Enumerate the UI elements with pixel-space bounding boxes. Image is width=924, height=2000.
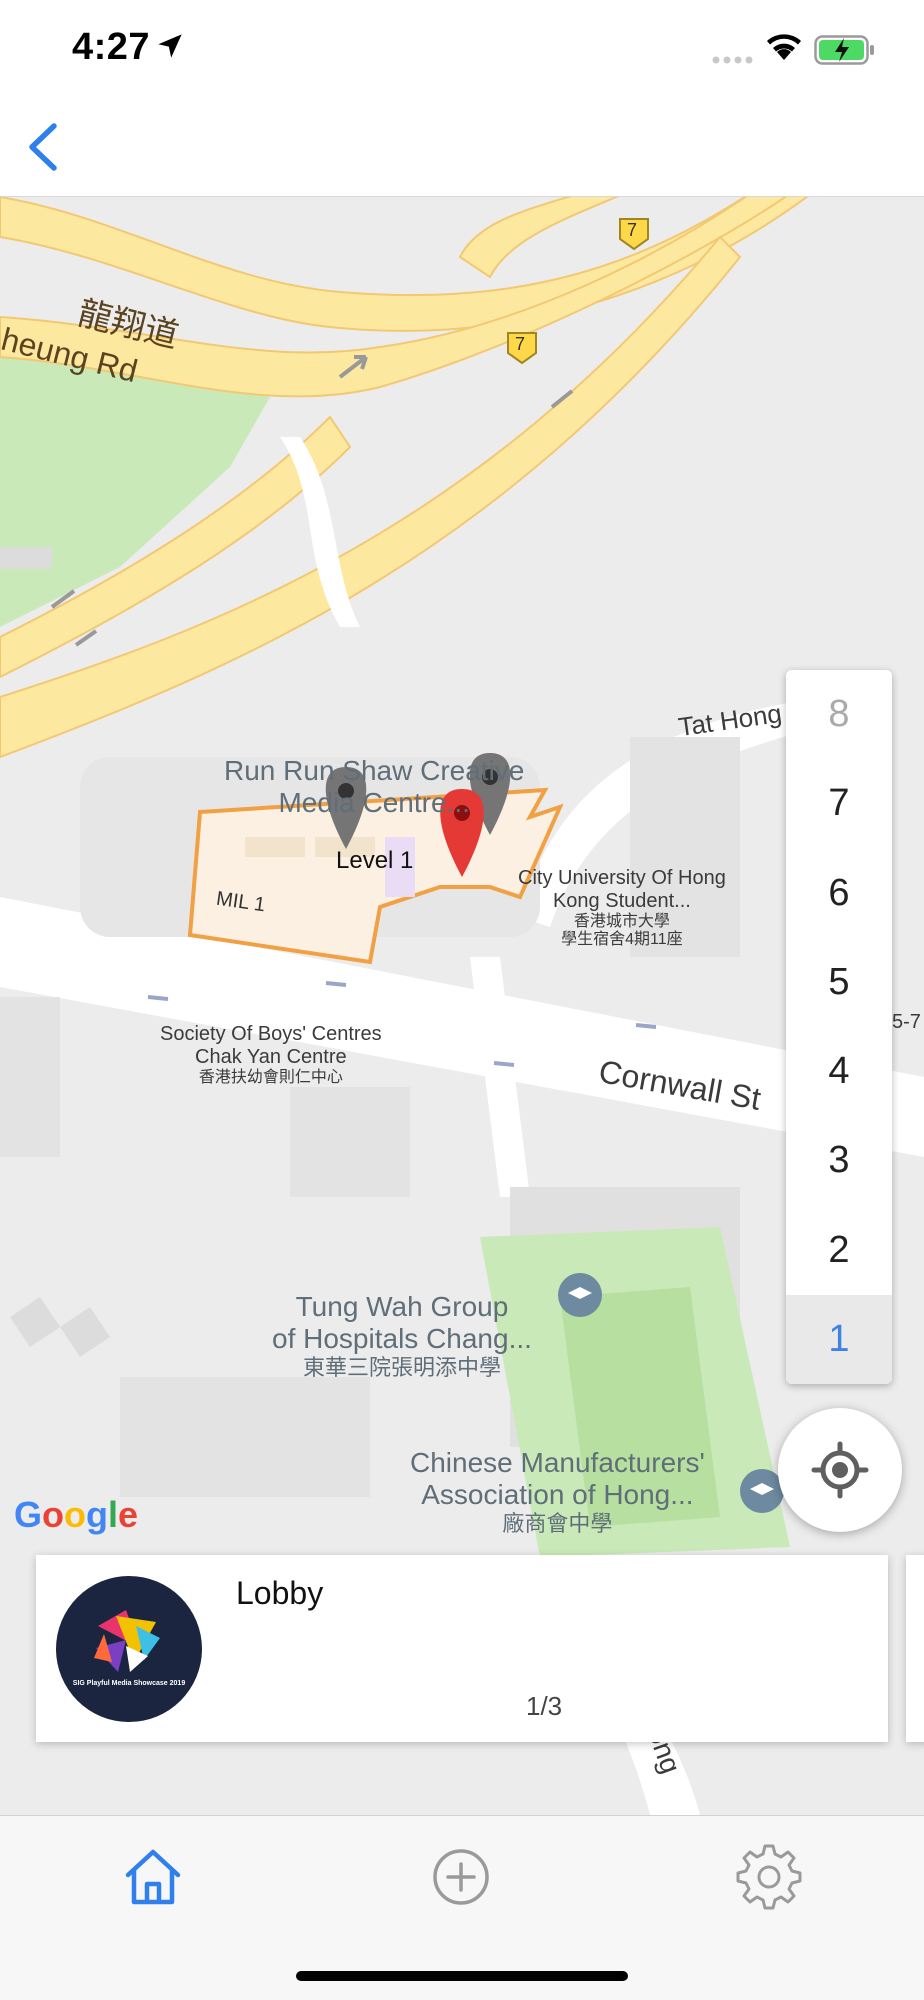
google-letter: G (14, 1494, 43, 1535)
poi-line: 香港扶幼會則仁中心 (198, 1069, 343, 1086)
nav-bar (0, 96, 924, 197)
google-letter: e (118, 1494, 139, 1535)
poi-label[interactable]: Tung Wah Group of Hospitals Chang... 東華三… (272, 1291, 532, 1381)
poi-line: 廠商會中學 (502, 1511, 613, 1537)
event-logo: SIG Playful Media Showcase 2019 (56, 1576, 202, 1722)
gear-icon[interactable] (734, 1842, 804, 1912)
locate-button[interactable] (778, 1408, 902, 1532)
floor-7[interactable]: 7 (786, 759, 892, 848)
poi-line: 香港城市大學 (573, 913, 670, 930)
building-name-line2: Media Centre... (278, 787, 470, 819)
google-letter: o (64, 1494, 87, 1535)
route-shield-label: 7 (515, 334, 526, 354)
poi-line: Chinese Manufacturers' (410, 1447, 705, 1478)
building-name-line1: Run Run Shaw Creative (224, 755, 525, 786)
home-indicator (296, 1971, 628, 1981)
home-icon[interactable] (118, 1842, 188, 1912)
next-card-peek[interactable] (906, 1555, 924, 1742)
google-letter: g (86, 1494, 109, 1535)
card-pager: 1/3 (526, 1691, 563, 1721)
poi-label[interactable]: Society Of Boys' Centres Chak Yan Centre… (160, 1023, 382, 1087)
status-bar: 4:27 (0, 0, 924, 96)
level-label: Level 1 (336, 847, 414, 874)
floor-4[interactable]: 4 (786, 1027, 892, 1116)
battery-charging-icon (814, 35, 874, 65)
event-logo-caption: SIG Playful Media Showcase 2019 (72, 1680, 186, 1687)
poi-line: 學生宿舍4期11座 (561, 931, 683, 949)
floor-8[interactable]: 8 (786, 670, 892, 759)
poi-line: 東華三院張明添中學 (302, 1355, 501, 1381)
floor-5[interactable]: 5 (786, 938, 892, 1027)
poi-label[interactable]: Chinese Manufacturers' Association of Ho… (410, 1447, 705, 1537)
poi-label[interactable]: City University Of Hong Kong Student... … (518, 867, 726, 950)
poi-line: City University Of Hong (518, 867, 726, 889)
poi-line: Society Of Boys' Centres (160, 1023, 382, 1045)
wifi-icon (767, 34, 801, 60)
add-circle-icon[interactable] (426, 1842, 496, 1912)
status-time: 4:27 (72, 26, 151, 68)
chevron-left-icon[interactable] (22, 120, 66, 174)
poi-line: Tung Wah Group (295, 1291, 509, 1322)
poi-line: Chak Yan Centre (195, 1046, 347, 1068)
poi-line: of Hospitals Chang... (272, 1323, 532, 1355)
event-logo-graphic (94, 1610, 160, 1672)
floor-2[interactable]: 2 (786, 1206, 892, 1295)
location-arrow-icon (158, 34, 182, 58)
card-title: Lobby (236, 1575, 324, 1611)
building-label: Run Run Shaw Creative Media Centre... (224, 755, 524, 819)
road-label-partial: 5-7 (892, 1011, 921, 1033)
poi-line: Kong Student... (552, 890, 691, 912)
crosshair-icon (811, 1441, 869, 1499)
poi-line: Association of Hong... (421, 1479, 694, 1511)
floor-picker[interactable]: 8 7 6 5 4 3 2 1 (786, 670, 892, 1384)
signal-icon (712, 56, 753, 64)
google-letter: o (42, 1494, 65, 1535)
google-letter: l (108, 1494, 119, 1535)
floor-3[interactable]: 3 (786, 1116, 892, 1205)
google-logo: Google (14, 1494, 138, 1536)
floor-1[interactable]: 1 (786, 1294, 892, 1384)
route-shield-label: 7 (627, 220, 638, 240)
floor-6[interactable]: 6 (786, 849, 892, 938)
location-card[interactable]: SIG Playful Media Showcase 2019 Lobby 1/… (36, 1555, 888, 1742)
